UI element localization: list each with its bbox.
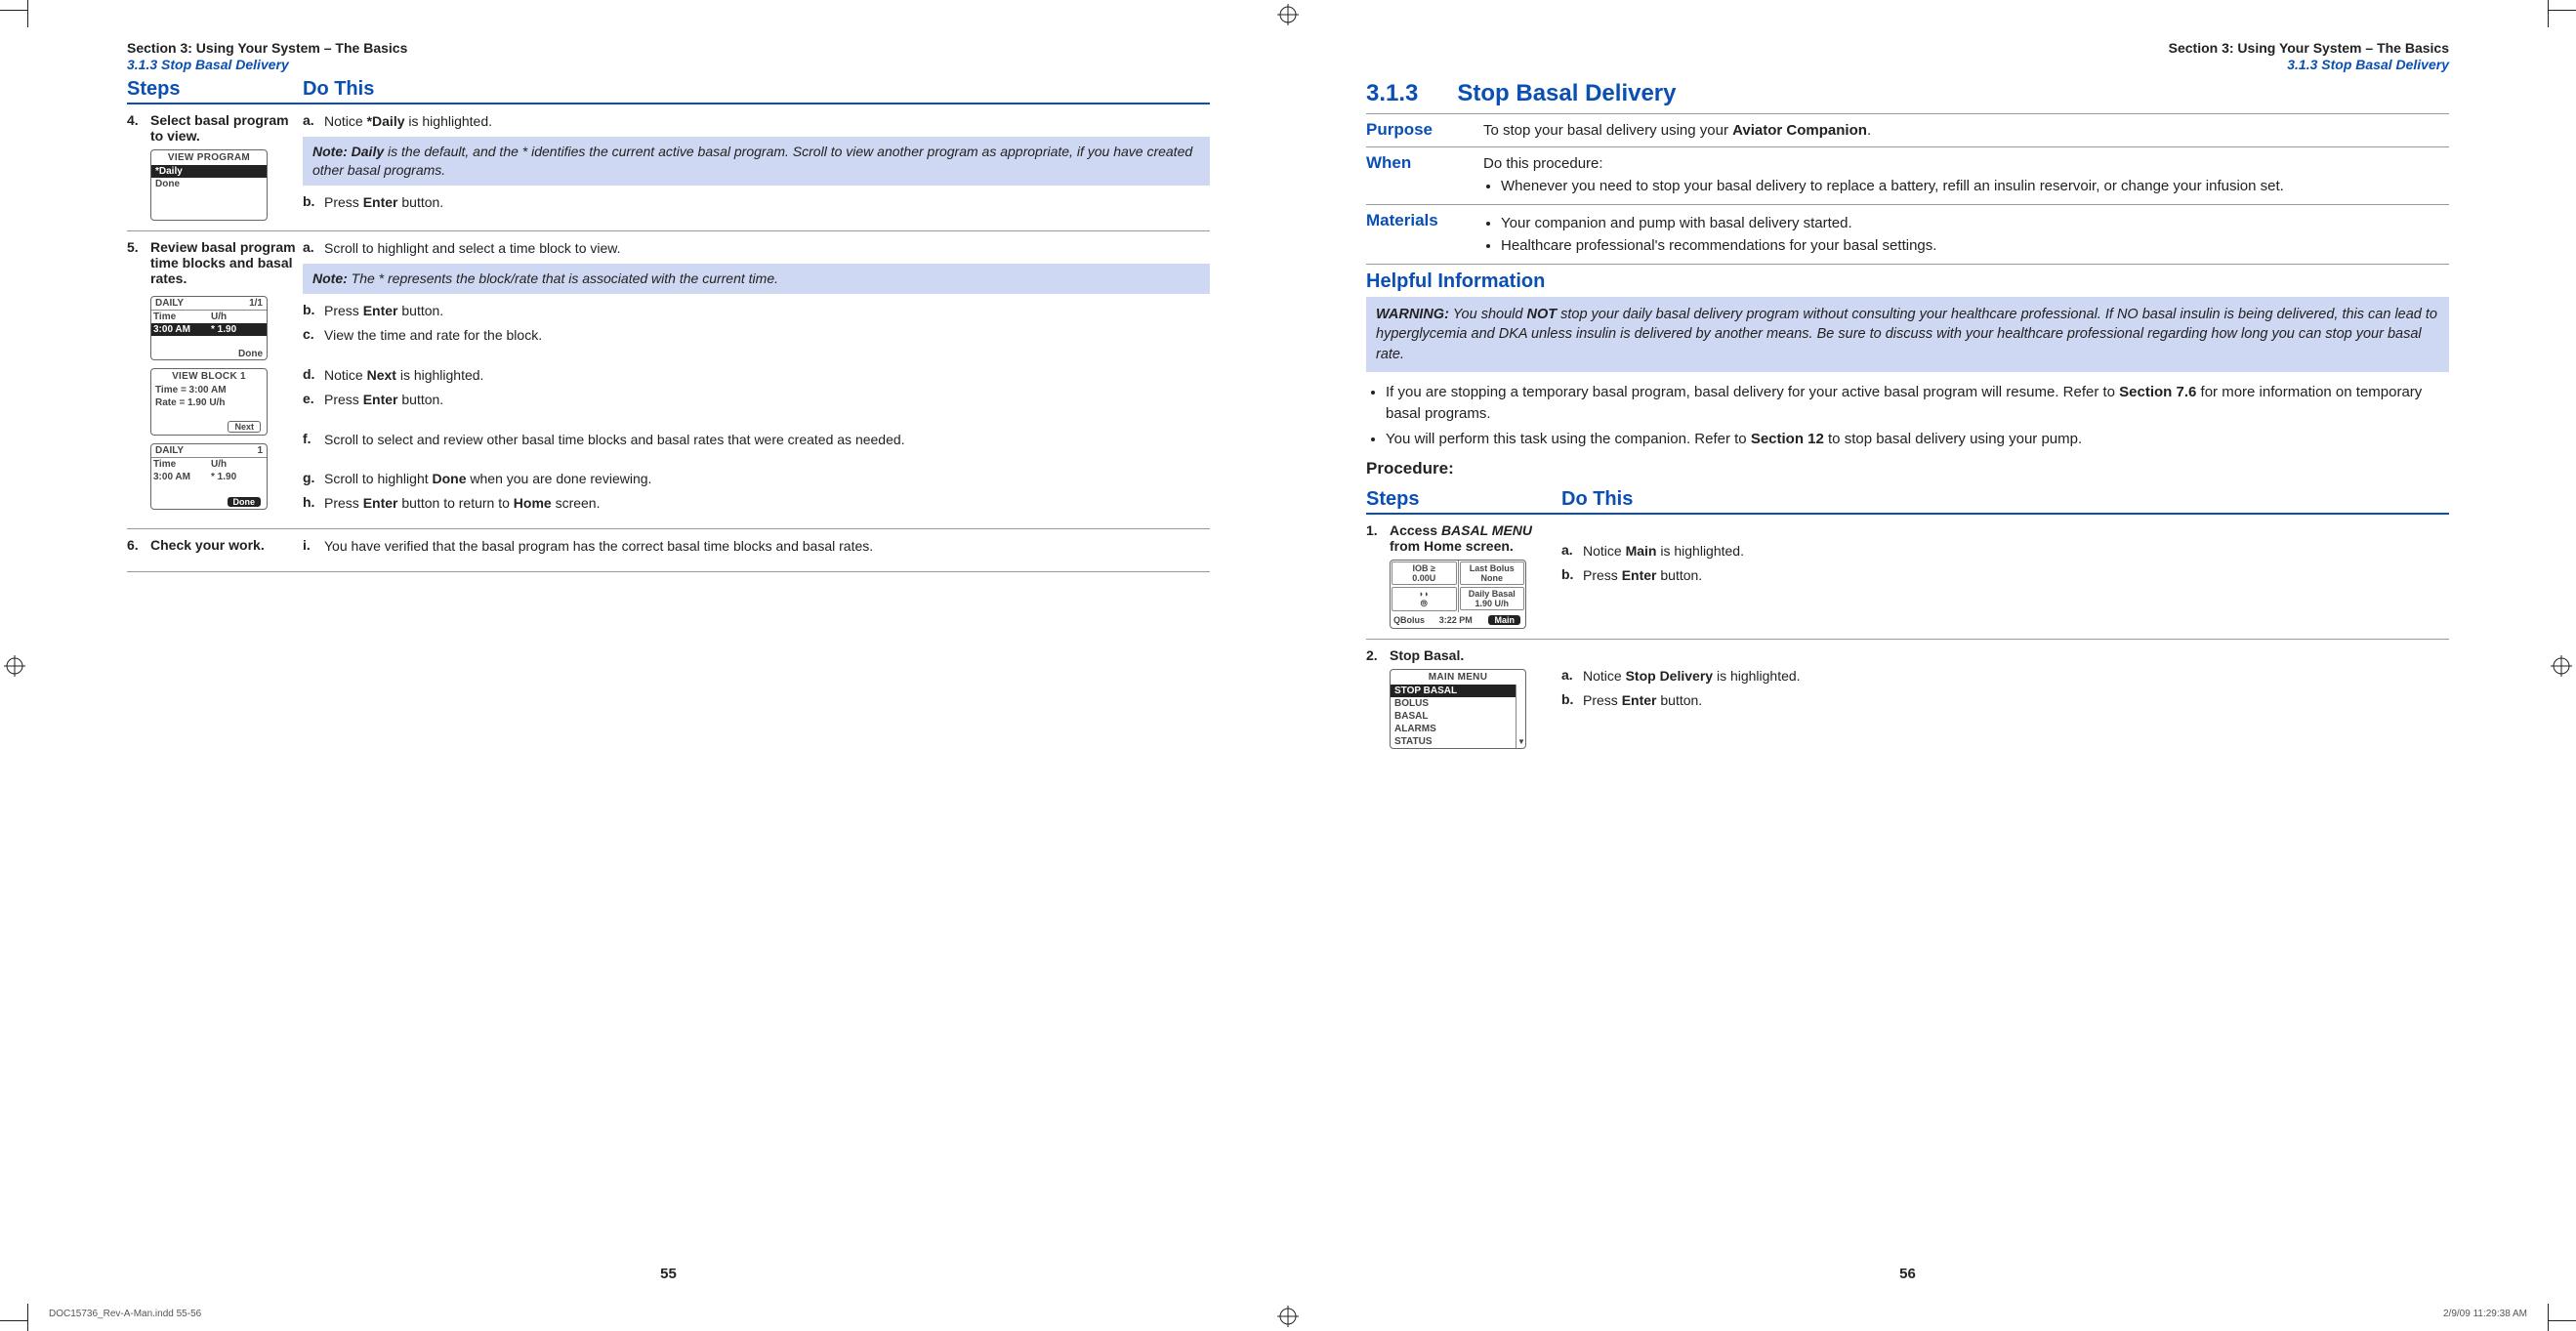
column-headers: Steps Do This xyxy=(1366,482,2449,515)
step5-f: Scroll to select and review other basal … xyxy=(324,431,1210,449)
registration-mark-icon xyxy=(2551,655,2572,677)
page-number: 55 xyxy=(660,1266,677,1282)
step-number: 1. xyxy=(1366,520,1390,629)
r-step2-b: Press Enter button. xyxy=(1583,691,2449,710)
proc-step-2: 2. Stop Basal. MAIN MENU STOP BASAL BOLU… xyxy=(1366,640,2449,759)
col-steps: Steps xyxy=(127,78,303,101)
step-title: Check your work. xyxy=(150,535,303,562)
step-number: 6. xyxy=(127,535,150,562)
col-do-this: Do This xyxy=(303,78,1210,101)
step5-c: View the time and rate for the block. xyxy=(324,326,1210,345)
page-number: 56 xyxy=(1899,1266,1916,1282)
r-step2-a: Notice Stop Delivery is highlighted. xyxy=(1583,667,2449,686)
screen-main-menu: MAIN MENU STOP BASAL BOLUS BASAL ALARMS … xyxy=(1390,669,1526,749)
step5-b: Press Enter button. xyxy=(324,302,1210,320)
step-4: 4. Select basal program to view. VIEW PR… xyxy=(127,104,1210,231)
step5-h: Press Enter button to return to Home scr… xyxy=(324,494,1210,513)
r-step1-a: Notice Main is highlighted. xyxy=(1583,542,2449,561)
screen-view-block: VIEW BLOCK 1 Time = 3:00 AM Rate = 1.90 … xyxy=(150,368,268,436)
step-6: 6. Check your work. i.You have verified … xyxy=(127,529,1210,572)
battery-icon: ◗◗⦾ xyxy=(1392,587,1457,611)
helpful-heading: Helpful Information xyxy=(1366,264,2449,293)
warning-box: WARNING: You should NOT stop your daily … xyxy=(1366,297,2449,372)
step-5: 5. Review basal program time blocks and … xyxy=(127,231,1210,529)
step-number: 4. xyxy=(127,110,150,221)
purpose-row: Purpose To stop your basal delivery usin… xyxy=(1366,113,2449,146)
step-title: Access BASAL MENU from Home screen. IOB … xyxy=(1390,520,1561,629)
screen-home: IOB ≥0.00U Last BolusNone ◗◗⦾ Daily Basa… xyxy=(1390,560,1526,629)
registration-mark-icon xyxy=(1277,4,1299,25)
column-headers: Steps Do This xyxy=(127,72,1210,104)
running-head: Section 3: Using Your System – The Basic… xyxy=(127,39,1210,57)
note-box: Note: Daily is the default, and the * id… xyxy=(303,137,1210,186)
step-title: Stop Basal. MAIN MENU STOP BASAL BOLUS B… xyxy=(1390,645,1561,749)
print-timestamp: 2/9/09 11:29:38 AM xyxy=(2443,1309,2527,1319)
note-box: Note: The * represents the block/rate th… xyxy=(303,264,1210,294)
running-subhead: 3.1.3 Stop Basal Delivery xyxy=(127,57,1210,72)
print-footer: DOC15736_Rev-A-Man.indd 55-56 2/9/09 11:… xyxy=(49,1309,2527,1319)
step5-e: Press Enter button. xyxy=(324,391,1210,409)
step6-i: You have verified that the basal program… xyxy=(324,537,1210,556)
step-number: 2. xyxy=(1366,645,1390,749)
running-subhead: 3.1.3 Stop Basal Delivery xyxy=(1366,57,2449,72)
step5-a: Scroll to highlight and select a time bl… xyxy=(324,239,1210,258)
step-title: Select basal program to view. VIEW PROGR… xyxy=(150,110,303,221)
col-do-this: Do This xyxy=(1561,488,2449,511)
screen-view-program: VIEW PROGRAM *Daily Done xyxy=(150,149,268,221)
when-row: When Do this procedure: Whenever you nee… xyxy=(1366,146,2449,204)
step5-g: Scroll to highlight Done when you are do… xyxy=(324,470,1210,488)
step5-d: Notice Next is highlighted. xyxy=(324,366,1210,385)
info-bullets: If you are stopping a temporary basal pr… xyxy=(1386,382,2449,449)
screen-daily-1: DAILY1/1 TimeU/h 3:00 AM* 1.90 Done xyxy=(150,296,268,360)
step4-a: Notice *Daily is highlighted. xyxy=(324,112,1210,131)
col-steps: Steps xyxy=(1366,488,1561,511)
materials-row: Materials Your companion and pump with b… xyxy=(1366,204,2449,264)
step4-b: Press Enter button. xyxy=(324,193,1210,212)
page-56: Section 3: Using Your System – The Basic… xyxy=(1288,39,2527,1272)
running-head: Section 3: Using Your System – The Basic… xyxy=(1366,39,2449,57)
scroll-down-icon: ▼ xyxy=(1517,737,1525,746)
screen-daily-2: DAILY1 TimeU/h 3:00 AM* 1.90 Done xyxy=(150,443,268,510)
r-step1-b: Press Enter button. xyxy=(1583,566,2449,585)
step-title: Review basal program time blocks and bas… xyxy=(150,237,303,519)
section-title: 3.1.3Stop Basal Delivery xyxy=(1366,80,2449,107)
step-number: 5. xyxy=(127,237,150,519)
indd-filename: DOC15736_Rev-A-Man.indd 55-56 xyxy=(49,1309,201,1319)
registration-mark-icon xyxy=(4,655,25,677)
procedure-heading: Procedure: xyxy=(1366,459,2449,478)
proc-step-1: 1. Access BASAL MENU from Home screen. I… xyxy=(1366,515,2449,640)
page-55: Section 3: Using Your System – The Basic… xyxy=(49,39,1288,1272)
